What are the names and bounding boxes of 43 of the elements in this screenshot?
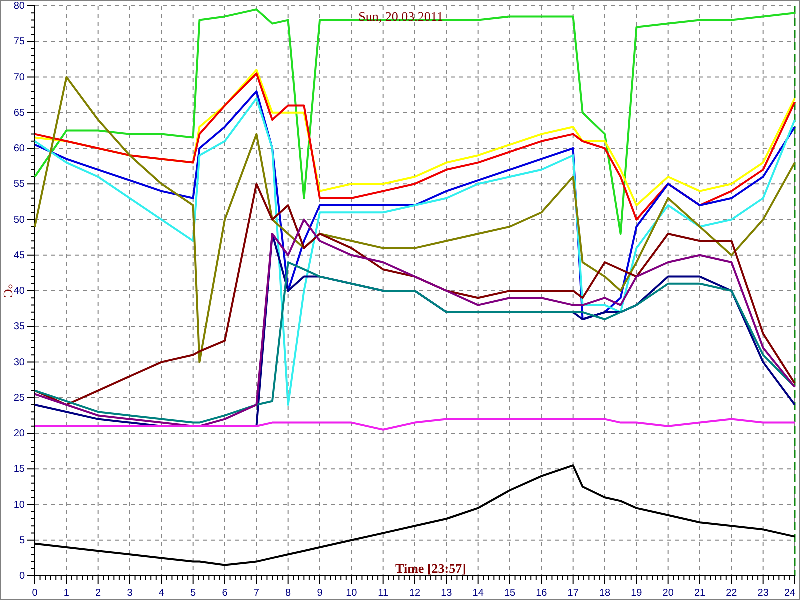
tick-label: 55 [14,179,25,190]
tick-label: 15 [504,588,516,599]
tick-label: 80 [14,1,25,12]
tick-label: 12 [409,588,421,599]
tick-label: 5 [19,535,25,546]
tick-label: 65 [14,108,25,119]
tick-label: 7 [254,588,260,599]
tick-label: 35 [14,322,25,333]
tick-label: 50 [14,214,25,226]
tick-label: 2 [96,588,102,599]
tick-label: 10 [14,500,25,511]
tick-label: 14 [472,588,484,599]
tick-label: 75 [14,36,25,48]
tick-label: 0 [32,588,38,599]
tick-label: 40 [14,286,25,297]
tick-label: 6 [222,588,228,599]
tick-label: 18 [599,588,611,599]
tick-label: 16 [536,588,548,599]
tick-label: 10 [346,588,358,599]
tick-label: 45 [14,250,25,262]
tick-label: 19 [631,588,642,599]
tick-label: 17 [568,588,579,599]
tick-label: 11 [378,588,389,599]
tick-label: 25 [14,392,25,404]
tick-label: 20 [14,428,25,440]
tick-label: 1 [64,588,70,599]
tick-label: 15 [14,464,25,476]
tick-label: 8 [286,588,292,599]
tick-label: 4 [158,588,164,599]
tick-label: 13 [441,588,452,599]
tick-label: 23 [758,588,769,599]
tick-label: 70 [14,72,25,84]
axis-title: Time [23:57] [396,561,466,576]
tick-label: 3 [127,588,133,599]
tick-label: 30 [14,357,25,368]
tick-label: 5 [190,588,196,599]
tick-label: 0 [19,571,25,582]
tick-label: 60 [14,144,25,154]
tick-label: 22 [726,588,738,599]
tick-label: 20 [662,588,674,599]
tick-label: 24 [784,588,796,599]
tick-label: 9 [317,588,323,599]
tick-label: 21 [694,588,706,599]
